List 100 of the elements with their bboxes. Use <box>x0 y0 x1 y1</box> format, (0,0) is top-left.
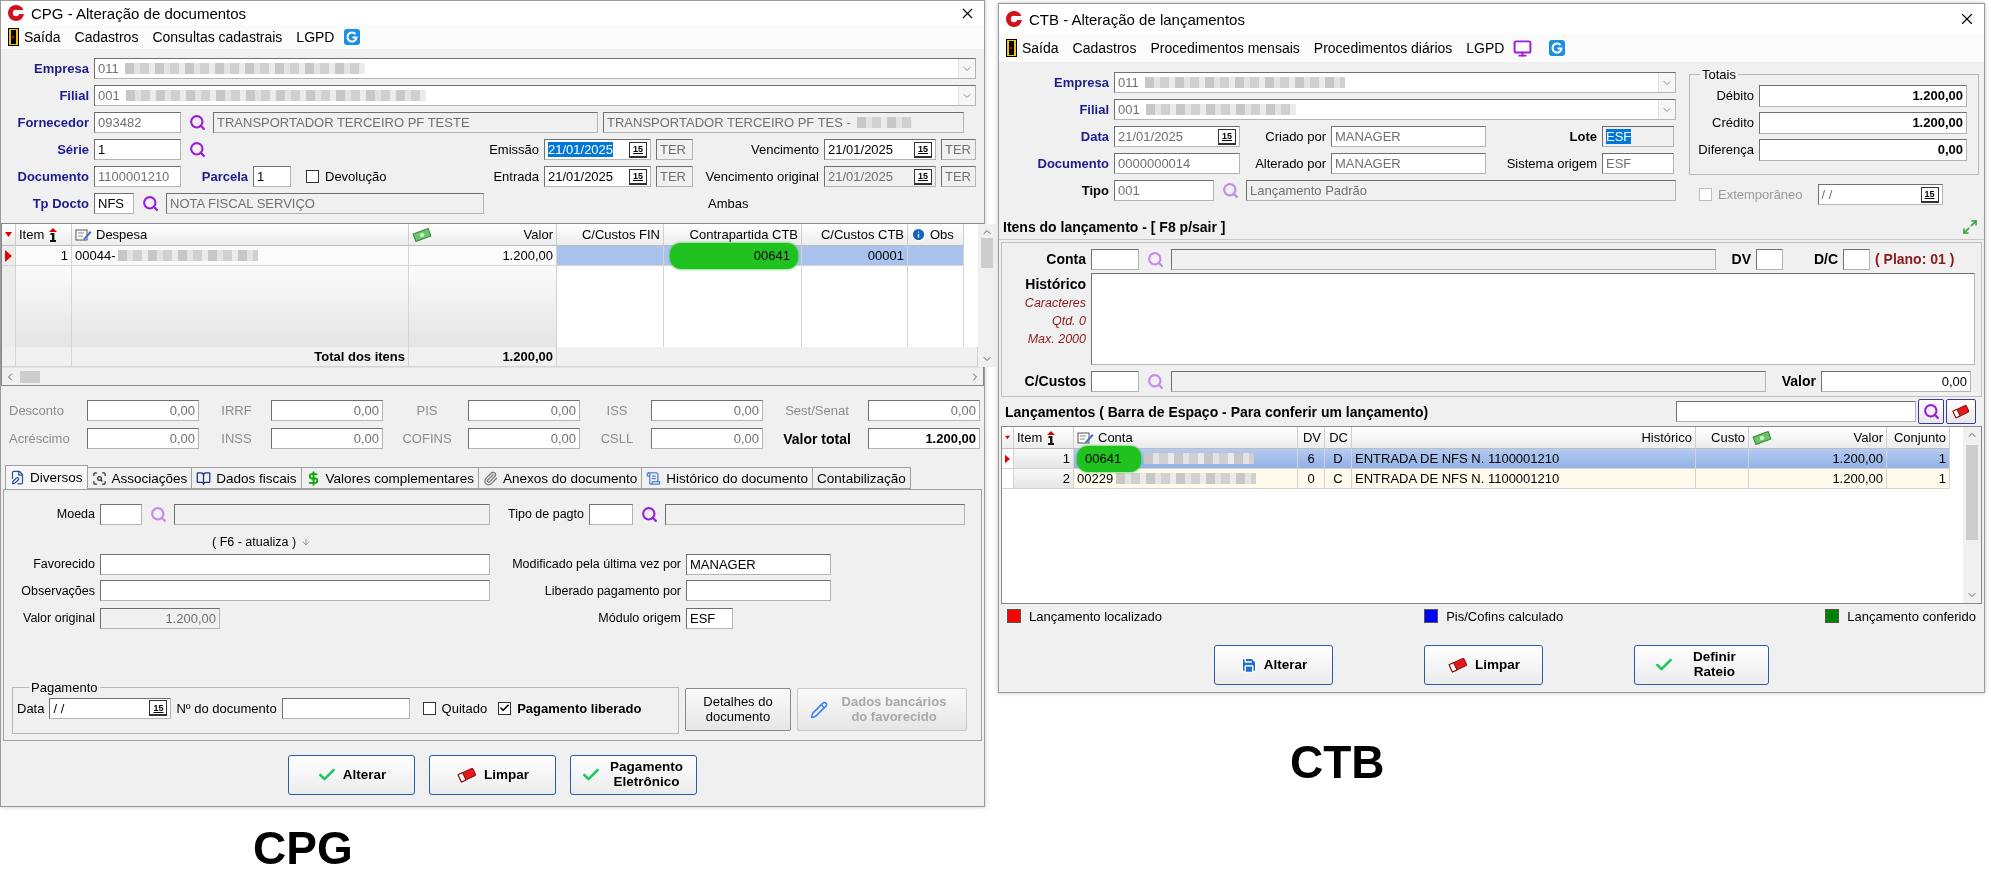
tab[interactable]: Diversos <box>5 465 88 489</box>
column-header[interactable]: Item <box>1014 427 1074 449</box>
input-field[interactable]: 093482 <box>94 112 181 133</box>
calendar-button[interactable]: 15 <box>149 700 168 716</box>
search-icon[interactable] <box>188 114 206 131</box>
app-icon[interactable] <box>1548 39 1567 57</box>
search-icon[interactable] <box>149 505 167 523</box>
calendar-button[interactable]: 15 <box>914 141 932 158</box>
scroll-thumb[interactable] <box>1966 445 1978 540</box>
vertical-scrollbar[interactable] <box>1963 427 1981 603</box>
menu-item[interactable]: Cadastros <box>1067 40 1142 56</box>
input-field[interactable] <box>100 503 142 525</box>
text-area[interactable] <box>1091 273 1975 365</box>
menu-item[interactable]: Cadastros <box>69 29 144 45</box>
input-field[interactable] <box>100 553 490 575</box>
column-header[interactable]: Conta <box>1074 427 1298 449</box>
tab[interactable]: Associações <box>86 467 193 489</box>
column-header[interactable]: Obs <box>908 224 964 246</box>
tab[interactable]: Anexos do documento <box>477 467 643 489</box>
row-header[interactable] <box>2 246 16 266</box>
calendar-button[interactable]: 15 <box>629 141 647 158</box>
column-header[interactable]: DV <box>1298 427 1325 449</box>
input-field[interactable]: 0,00 <box>1821 370 1971 392</box>
date-field[interactable]: 21/01/2025 15 <box>544 166 651 187</box>
checkbox-label[interactable]: Pagamento liberado <box>517 700 642 716</box>
checkbox-label[interactable]: Quitado <box>441 700 488 716</box>
action-button[interactable]: Definir Rateio <box>1634 645 1769 685</box>
column-header[interactable]: Valor <box>1749 427 1887 449</box>
calendar-button[interactable]: 15 <box>629 168 647 185</box>
input-field[interactable] <box>281 697 410 719</box>
column-header[interactable]: DC <box>1325 427 1352 449</box>
date-field[interactable]: / / 15 <box>49 697 172 719</box>
menu-item[interactable]: LGPD <box>291 29 340 45</box>
input-field[interactable]: 1 <box>253 166 291 187</box>
action-button[interactable]: Pagamento Eletrônico <box>570 755 697 795</box>
scroll-thumb[interactable] <box>20 370 40 383</box>
vertical-scrollbar[interactable] <box>978 224 996 367</box>
action-button[interactable]: Limpar <box>429 755 556 795</box>
column-header[interactable]: Custo <box>1696 427 1749 449</box>
action-button[interactable]: Alterar <box>1214 645 1333 685</box>
column-header[interactable]: Despesa <box>72 224 409 246</box>
column-header[interactable]: Conjunto <box>1887 427 1950 449</box>
row-header[interactable] <box>1002 449 1014 469</box>
search-icon[interactable] <box>1221 182 1239 199</box>
input-field[interactable] <box>1091 370 1139 392</box>
tab[interactable]: Contabilização <box>812 467 911 489</box>
checkbox[interactable] <box>306 170 319 183</box>
search-icon[interactable] <box>141 195 159 212</box>
menu-item[interactable]: Saída <box>1001 39 1064 57</box>
column-header[interactable]: Valor <box>409 224 557 246</box>
search-icon[interactable] <box>640 505 658 523</box>
menu-item[interactable]: Procedimentos diários <box>1308 40 1458 56</box>
tab[interactable]: Histórico do documento <box>641 467 814 489</box>
search-field[interactable] <box>1676 401 1916 422</box>
dropdown-field[interactable]: 001 <box>94 85 976 106</box>
date-field[interactable]: 21/01/2025 15 <box>824 139 936 160</box>
dropdown-field[interactable]: 011 <box>1114 72 1676 93</box>
dropdown-field[interactable]: 001 <box>1114 99 1676 120</box>
checkbox[interactable] <box>498 701 512 715</box>
dropdown-field[interactable]: 011 <box>94 58 976 79</box>
input-field[interactable] <box>589 503 633 525</box>
column-header[interactable]: C/Custos FIN <box>557 224 664 246</box>
expand-icon[interactable] <box>1962 219 1978 235</box>
clear-button[interactable] <box>1946 399 1976 424</box>
action-button[interactable]: Limpar <box>1424 645 1543 685</box>
input-field[interactable] <box>1756 248 1783 270</box>
column-header[interactable]: C/Custos CTB <box>802 224 908 246</box>
app-icon[interactable] <box>343 28 362 46</box>
search-button[interactable] <box>1918 399 1944 424</box>
column-header[interactable]: Histórico <box>1352 427 1696 449</box>
menu-item[interactable]: Consultas cadastrais <box>147 29 288 45</box>
column-header[interactable]: Item <box>16 224 72 246</box>
input-field[interactable] <box>1843 248 1870 270</box>
search-icon[interactable] <box>188 141 206 158</box>
menu-item[interactable]: Saída <box>3 28 66 46</box>
action-button[interactable]: Alterar <box>288 755 415 795</box>
menu-item[interactable]: Procedimentos mensais <box>1145 40 1305 56</box>
horizontal-scrollbar[interactable] <box>2 367 983 385</box>
tab[interactable]: Dados fiscais <box>191 467 302 489</box>
input-field[interactable] <box>686 580 831 601</box>
input-field[interactable]: ESF <box>686 607 733 629</box>
input-field[interactable]: MANAGER <box>686 553 831 575</box>
search-icon[interactable] <box>1146 372 1164 390</box>
column-header[interactable]: Contrapartida CTB <box>664 224 802 246</box>
checkbox[interactable] <box>422 701 436 715</box>
input-field[interactable]: 1 <box>94 139 181 160</box>
tab[interactable]: Valores complementares <box>300 467 479 489</box>
checkbox-label[interactable]: Devolução <box>325 169 387 184</box>
date-field[interactable]: 21/01/2025 15 <box>544 139 651 160</box>
input-field[interactable] <box>100 580 490 601</box>
search-icon[interactable] <box>1146 250 1164 268</box>
scroll-thumb[interactable] <box>981 238 993 268</box>
action-button[interactable]: Detalhes do documento <box>685 688 791 731</box>
date-field[interactable]: 21/01/2025 15 <box>1114 126 1240 147</box>
input-field[interactable] <box>1091 248 1139 270</box>
calendar-button[interactable]: 15 <box>1218 128 1236 145</box>
input-field[interactable]: 1100001210 <box>94 166 181 187</box>
monitor-icon[interactable] <box>1513 38 1533 58</box>
input-field[interactable]: NFS <box>94 193 134 214</box>
menu-item[interactable]: LGPD <box>1461 40 1510 56</box>
